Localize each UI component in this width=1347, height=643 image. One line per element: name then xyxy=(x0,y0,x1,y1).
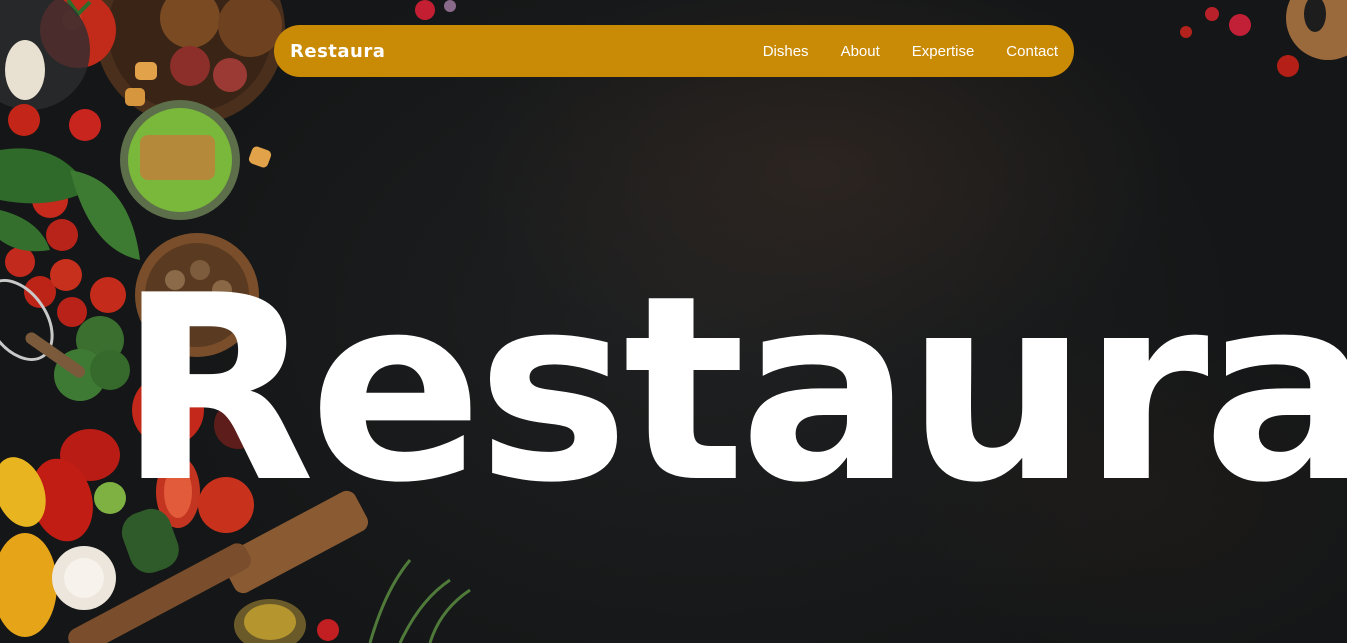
nav-link-contact[interactable]: Contact xyxy=(1006,43,1058,60)
nav-links: Dishes About Expertise Contact xyxy=(731,43,1058,60)
hero-title: Restaura xyxy=(118,241,1347,539)
brand-logo[interactable]: Restaura xyxy=(290,41,385,62)
nav-link-about[interactable]: About xyxy=(841,43,880,60)
nav-link-expertise[interactable]: Expertise xyxy=(912,43,975,60)
hero-section: Restaura Dishes About Expertise Contact … xyxy=(0,0,1347,643)
top-navigation-bar: Restaura Dishes About Expertise Contact xyxy=(274,25,1074,77)
nav-link-dishes[interactable]: Dishes xyxy=(763,43,809,60)
